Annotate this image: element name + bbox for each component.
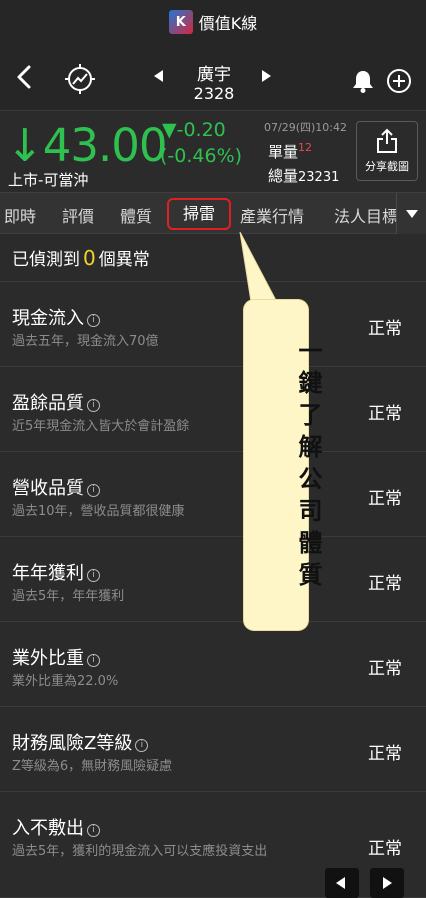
- item-status: 正常: [368, 659, 402, 679]
- app-title: 價值K線: [198, 14, 258, 33]
- lot-label: 單量: [268, 143, 299, 161]
- item-title-text: 現金流入: [12, 308, 84, 329]
- item-title-text: 業外比重: [12, 648, 84, 669]
- list-item[interactable]: 業外比重 i 業外比重為22.0% 正常: [0, 622, 426, 707]
- prev-stock-arrow-icon[interactable]: [154, 70, 163, 82]
- app-logo-icon: K: [168, 10, 193, 34]
- callout-banner: 一鍵了解公司體質: [244, 300, 322, 630]
- page-prev-button[interactable]: [325, 868, 359, 898]
- price-change-percent: (-0.46%): [160, 145, 243, 167]
- market-label: 上市-可當沖: [8, 171, 89, 189]
- item-status: 正常: [368, 404, 402, 424]
- price-down-arrow-icon: ↓: [6, 119, 44, 172]
- section-tabs: 即時 評價 體質 掃雷 產業行情 法人目標: [0, 192, 426, 234]
- callout-text: 一鍵了解公司體質: [294, 338, 322, 594]
- anomaly-prefix: 已偵測到: [12, 250, 80, 270]
- item-title-text: 營收品質: [12, 478, 84, 499]
- item-title: 年年獲利 i: [12, 559, 100, 585]
- callout-pointer: [239, 231, 281, 309]
- info-icon[interactable]: i: [87, 484, 100, 497]
- anomaly-suffix: 個異常: [98, 250, 150, 270]
- info-icon[interactable]: i: [87, 399, 100, 412]
- item-title: 業外比重 i: [12, 644, 100, 670]
- share-icon: [377, 128, 397, 153]
- bell-icon[interactable]: [350, 68, 376, 94]
- share-screenshot-button[interactable]: 分享截圖: [356, 121, 418, 181]
- plus-circle-icon[interactable]: [386, 68, 412, 94]
- volume-value: 23231: [298, 170, 340, 185]
- tab-fundamentals[interactable]: 體質: [120, 203, 152, 227]
- tab-risk-scan[interactable]: 掃雷: [167, 198, 231, 230]
- list-item[interactable]: 現金流入 i 過去五年，現金流入70億 正常: [0, 282, 426, 367]
- item-title-text: 財務風險Z等級: [12, 733, 133, 754]
- quote-panel: ↓43.00 ▼-0.20 (-0.46%) 上市-可當沖 07/29(四)10…: [0, 110, 426, 192]
- item-status: 正常: [368, 574, 402, 594]
- tab-institutional-target[interactable]: 法人目標: [334, 203, 396, 227]
- anomaly-summary: 已偵測到 0 個異常: [0, 234, 426, 282]
- list-item[interactable]: 入不敷出 i 過去5年，獲利的現金流入可以支應投資支出 正常: [0, 792, 426, 898]
- stock-code: 2328: [193, 84, 235, 103]
- list-item[interactable]: 財務風險Z等級 i Z等級為6，無財務風險疑慮 正常: [0, 707, 426, 792]
- current-price: ↓43.00: [6, 119, 168, 172]
- item-status: 正常: [368, 839, 402, 859]
- list-item[interactable]: 盈餘品質 i 近5年現金流入皆大於會計盈餘 正常: [0, 367, 426, 452]
- item-description: 過去5年，年年獲利: [12, 589, 125, 604]
- info-icon[interactable]: i: [87, 569, 100, 582]
- item-status: 正常: [368, 319, 402, 339]
- chart-trend-icon[interactable]: [64, 63, 96, 95]
- item-title: 營收品質 i: [12, 474, 100, 500]
- info-icon[interactable]: i: [87, 654, 100, 667]
- info-icon[interactable]: i: [87, 824, 100, 837]
- stock-name: 廣宇: [197, 65, 231, 85]
- item-description: Z等級為6，無財務風險疑慮: [12, 759, 173, 774]
- item-status: 正常: [368, 489, 402, 509]
- item-title-text: 盈餘品質: [12, 393, 84, 414]
- item-description: 過去5年，獲利的現金流入可以支應投資支出: [12, 844, 268, 859]
- stock-navbar: 廣宇 2328: [0, 44, 426, 110]
- next-stock-arrow-icon[interactable]: [262, 70, 271, 82]
- lot-volume: 單量12: [268, 141, 312, 162]
- page-next-button[interactable]: [370, 868, 404, 898]
- info-icon[interactable]: i: [87, 314, 100, 327]
- back-chevron-icon[interactable]: [12, 64, 38, 90]
- item-title-text: 年年獲利: [12, 563, 84, 584]
- list-item[interactable]: 營收品質 i 過去10年，營收品質都很健康 正常: [0, 452, 426, 537]
- app-titlebar: K 價值K線: [0, 0, 426, 44]
- item-description: 過去10年，營收品質都很健康: [12, 504, 185, 519]
- tab-industry[interactable]: 產業行情: [240, 203, 304, 227]
- tab-more-dropdown-icon[interactable]: [396, 193, 426, 234]
- lot-value: 12: [298, 141, 313, 154]
- volume-label: 總量: [268, 167, 299, 185]
- price-value: 43.00: [42, 119, 168, 172]
- item-title: 入不敷出 i: [12, 814, 100, 840]
- item-title: 財務風險Z等級 i: [12, 729, 149, 755]
- price-change: ▼-0.20: [162, 119, 226, 141]
- item-title-text: 入不敷出: [12, 818, 84, 839]
- item-title: 現金流入 i: [12, 304, 100, 330]
- tab-realtime[interactable]: 即時: [4, 203, 36, 227]
- total-volume: 總量23231: [268, 165, 339, 186]
- item-title: 盈餘品質 i: [12, 389, 100, 415]
- quote-time: 07/29(四)10:42: [264, 121, 347, 134]
- item-description: 過去五年，現金流入70億: [12, 334, 159, 349]
- list-item[interactable]: 年年獲利 i 過去5年，年年獲利 正常: [0, 537, 426, 622]
- item-description: 業外比重為22.0%: [12, 674, 119, 689]
- share-label: 分享截圖: [365, 160, 409, 173]
- tab-valuation[interactable]: 評價: [62, 203, 94, 227]
- info-icon[interactable]: i: [135, 739, 149, 752]
- item-description: 近5年現金流入皆大於會計盈餘: [12, 419, 190, 434]
- anomaly-count: 0: [83, 246, 96, 270]
- item-status: 正常: [368, 744, 402, 764]
